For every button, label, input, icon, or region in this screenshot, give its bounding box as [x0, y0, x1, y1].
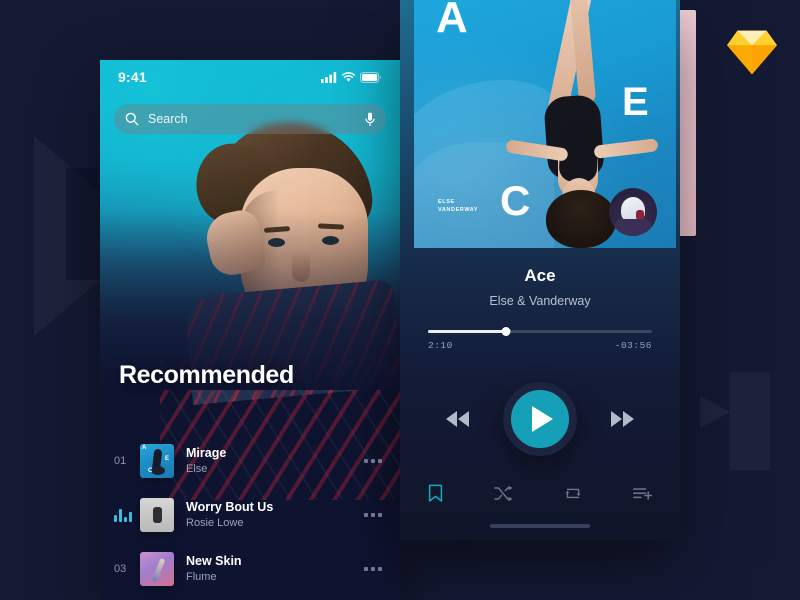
player-bottom-bar [400, 470, 680, 516]
track-meta: New Skin Flume [186, 553, 356, 585]
progress-slider[interactable] [428, 327, 652, 336]
player-screen: A E C ELSE VANDERWAY Ace Else & Vanderwa… [400, 0, 680, 540]
track-list: 01 A E C Mirage Else Worry Bout Us Rosie… [100, 434, 400, 600]
time-row: 2:10 -03:56 [428, 340, 652, 351]
track-meta: Worry Bout Us Rosie Lowe [186, 499, 356, 531]
status-icons [321, 71, 382, 83]
cellular-signal-icon [321, 71, 337, 83]
track-index: 01 [114, 455, 127, 467]
shuffle-icon[interactable] [494, 485, 513, 502]
table-row[interactable]: 03 New Skin Flume [100, 542, 400, 596]
status-time: 9:41 [118, 69, 147, 85]
equalizer-icon [114, 508, 140, 522]
decorative-play-triangle-right [700, 396, 730, 428]
track-artwork [140, 498, 174, 532]
track-more-button[interactable] [356, 505, 382, 525]
wifi-icon [342, 71, 355, 82]
search-bar[interactable]: Search [114, 104, 386, 134]
song-artist: Else & Vanderway [489, 294, 591, 308]
recommended-screen: 9:41 Search Recommended 01 A E C Mirage … [100, 60, 400, 600]
repeat-icon[interactable] [564, 485, 582, 502]
table-row[interactable]: Worry Bout Us Rosie Lowe [100, 488, 400, 542]
play-icon [532, 406, 553, 432]
search-input[interactable]: Search [148, 112, 356, 126]
progress-section: 2:10 -03:56 [428, 327, 652, 351]
album-artwork: A E C ELSE VANDERWAY [414, 0, 676, 248]
track-artist: Rosie Lowe [186, 516, 244, 529]
home-indicator [490, 524, 590, 528]
track-more-button[interactable] [356, 451, 382, 471]
page-title: Recommended [119, 361, 294, 389]
progress-fill [428, 330, 507, 333]
elapsed-time: 2:10 [428, 340, 453, 351]
microphone-icon[interactable] [365, 112, 375, 127]
track-meta: Mirage Else [186, 445, 356, 477]
table-row[interactable]: 04 Worry Bout Us Rosie Lowe [100, 596, 400, 600]
rewind-button[interactable] [446, 411, 469, 427]
pool-shade-2 [414, 142, 554, 248]
song-title: Ace [524, 266, 556, 285]
search-icon [125, 112, 139, 126]
track-artist: Else [186, 462, 208, 475]
status-bar: 9:41 [100, 60, 400, 94]
diver-hair [546, 190, 616, 248]
battery-icon [360, 71, 382, 83]
track-more-button[interactable] [356, 559, 382, 579]
track-title: Mirage [186, 445, 227, 460]
album-letter-a: A [436, 0, 468, 42]
track-artist: Flume [186, 570, 217, 583]
album-credit: ELSE VANDERWAY [438, 199, 479, 214]
fast-forward-button[interactable] [611, 411, 634, 427]
sketch-logo-icon [727, 30, 777, 75]
table-row[interactable]: 01 A E C Mirage Else [100, 434, 400, 488]
play-button[interactable] [503, 382, 577, 456]
diver-arm-right [593, 138, 659, 159]
add-to-playlist-icon[interactable] [633, 486, 652, 501]
bookmark-icon[interactable] [428, 484, 443, 503]
decorative-rect-right [730, 372, 770, 470]
album-letter-c: C [500, 177, 531, 224]
now-playing-indicator [114, 508, 140, 522]
progress-thumb[interactable] [501, 327, 511, 336]
track-title: Worry Bout Us [186, 499, 274, 514]
avatar[interactable] [609, 188, 657, 236]
album-letter-e: E [622, 80, 649, 124]
transport-controls [400, 382, 680, 456]
track-title: New Skin [186, 553, 242, 568]
track-artwork [140, 552, 174, 586]
track-artwork: A E C [140, 444, 174, 478]
remaining-time: -03:56 [614, 340, 652, 351]
track-index: 03 [114, 563, 127, 575]
